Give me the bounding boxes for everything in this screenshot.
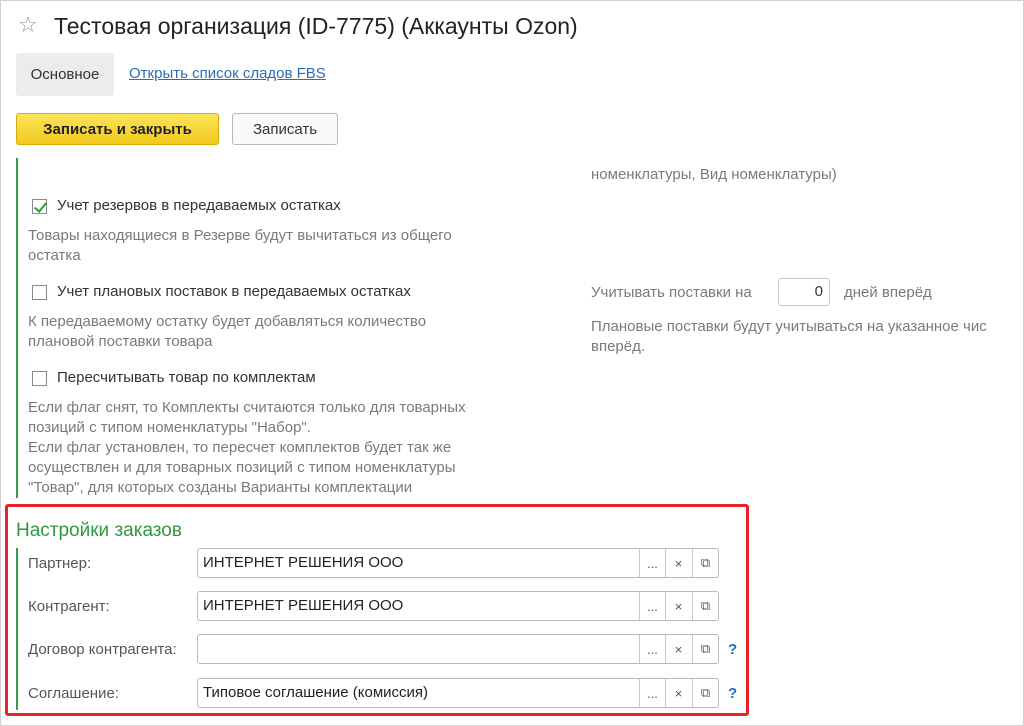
- kits-checkbox[interactable]: [32, 371, 47, 386]
- help-icon[interactable]: ?: [728, 685, 737, 702]
- agreement-value: Типовое соглашение (комиссия): [203, 684, 429, 701]
- open-icon[interactable]: ⧉: [692, 635, 718, 663]
- days-ahead-input[interactable]: 0: [778, 278, 830, 306]
- orders-section-bar: [16, 548, 18, 710]
- open-icon[interactable]: ⧉: [692, 592, 718, 620]
- select-button[interactable]: ...: [639, 635, 665, 663]
- open-icon[interactable]: ⧉: [692, 679, 718, 707]
- agreement-label: Соглашение:: [28, 685, 119, 702]
- clear-icon[interactable]: ×: [665, 635, 691, 663]
- contractor-field[interactable]: ИНТЕРНЕТ РЕШЕНИЯ ООО ... × ⧉: [197, 591, 719, 621]
- planned-checkbox[interactable]: [32, 285, 47, 300]
- kits-label: Пересчитывать товар по комплектам: [57, 369, 316, 386]
- open-icon[interactable]: ⧉: [692, 549, 718, 577]
- select-button[interactable]: ...: [639, 679, 665, 707]
- agreement-field[interactable]: Типовое соглашение (комиссия) ... × ⧉: [197, 678, 719, 708]
- fbs-warehouses-link[interactable]: Открыть список сладов FBS: [129, 65, 326, 82]
- select-button[interactable]: ...: [639, 592, 665, 620]
- reserves-hint: Товары находящиеся в Резерве будут вычит…: [28, 227, 452, 264]
- clear-icon[interactable]: ×: [665, 549, 691, 577]
- contractor-label: Контрагент:: [28, 598, 110, 615]
- supplies-suffix: дней вперёд: [844, 284, 932, 301]
- reserves-label: Учет резервов в передаваемых остатках: [57, 197, 341, 214]
- save-button[interactable]: Записать: [232, 113, 338, 145]
- supplies-prefix: Учитывать поставки на: [591, 284, 752, 301]
- contractor-value: ИНТЕРНЕТ РЕШЕНИЯ ООО: [203, 597, 404, 614]
- tab-main[interactable]: Основное: [16, 53, 114, 96]
- kits-hint: Если флаг снят, то Комплекты считаются т…: [28, 399, 466, 496]
- star-icon[interactable]: ☆: [18, 12, 38, 38]
- save-close-button[interactable]: Записать и закрыть: [16, 113, 219, 145]
- reserves-checkbox[interactable]: [32, 199, 47, 214]
- orders-section-title: Настройки заказов: [16, 520, 182, 541]
- planned-hint: К передаваемому остатку будет добавлятьс…: [28, 313, 427, 350]
- supplies-hint: Плановые поставки будут учитываться на у…: [591, 318, 987, 355]
- section-bar: [16, 158, 18, 498]
- partner-value: ИНТЕРНЕТ РЕШЕНИЯ ООО: [203, 554, 404, 571]
- contract-field[interactable]: ... × ⧉: [197, 634, 719, 664]
- partner-field[interactable]: ИНТЕРНЕТ РЕШЕНИЯ ООО ... × ⧉: [197, 548, 719, 578]
- select-button[interactable]: ...: [639, 549, 665, 577]
- planned-label: Учет плановых поставок в передаваемых ос…: [57, 283, 411, 300]
- help-icon[interactable]: ?: [728, 641, 737, 658]
- page-title: Тестовая организация (ID-7775) (Аккаунты…: [54, 13, 578, 39]
- priority-hint: номенклатуры, Вид номенклатуры): [591, 166, 837, 183]
- clear-icon[interactable]: ×: [665, 679, 691, 707]
- contract-label: Договор контрагента:: [28, 641, 177, 658]
- clear-icon[interactable]: ×: [665, 592, 691, 620]
- partner-label: Партнер:: [28, 555, 92, 572]
